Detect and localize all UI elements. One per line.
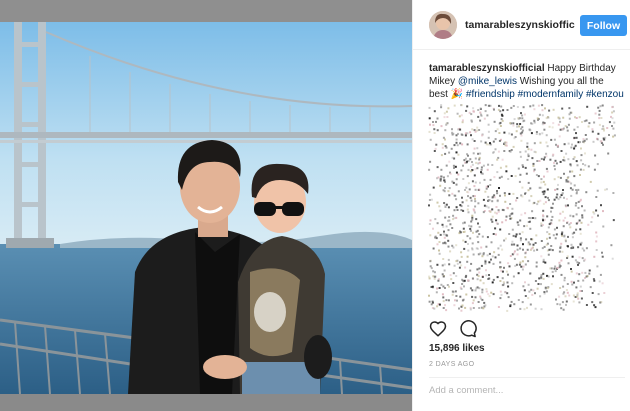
avatar-image [429,11,457,39]
hashtag-modernfamily[interactable]: #modernfamily [518,89,584,100]
caption-username[interactable]: tamarableszynskiofficial [429,63,545,74]
post-timestamp[interactable]: 2 DAYS AGO [429,361,475,368]
top-backdrop [0,0,412,22]
party-emoji-icon: 🎉 [450,89,464,100]
follow-button[interactable]: Follow [580,15,627,36]
divider [429,377,625,378]
action-bar [429,320,477,338]
caption-mention[interactable]: @mike_lewis [458,76,517,87]
post-header: tamarableszynskioffic Follow [413,0,630,50]
bottom-backdrop [0,394,412,411]
hashtag-friendship[interactable]: #friendship [466,89,515,100]
comment-icon[interactable] [459,320,477,338]
photo-illustration [0,22,412,394]
post-photo[interactable] [0,22,412,394]
like-count[interactable]: 15,896 likes [429,343,485,354]
instagram-post-view: tamarableszynskioffic Follow tamarablesz… [0,0,630,411]
hashtag-kenzou[interactable]: #kenzou [586,89,624,100]
post-details-panel: tamarableszynskioffic Follow tamarablesz… [412,0,630,411]
heart-icon[interactable] [429,320,447,338]
username[interactable]: tamarableszynskioffic [465,19,575,31]
avatar[interactable] [429,11,457,39]
pixelated-comments-region [428,104,616,312]
comment-input[interactable] [429,385,625,396]
post-caption: tamarableszynskiofficial Happy Birthday … [429,62,625,101]
